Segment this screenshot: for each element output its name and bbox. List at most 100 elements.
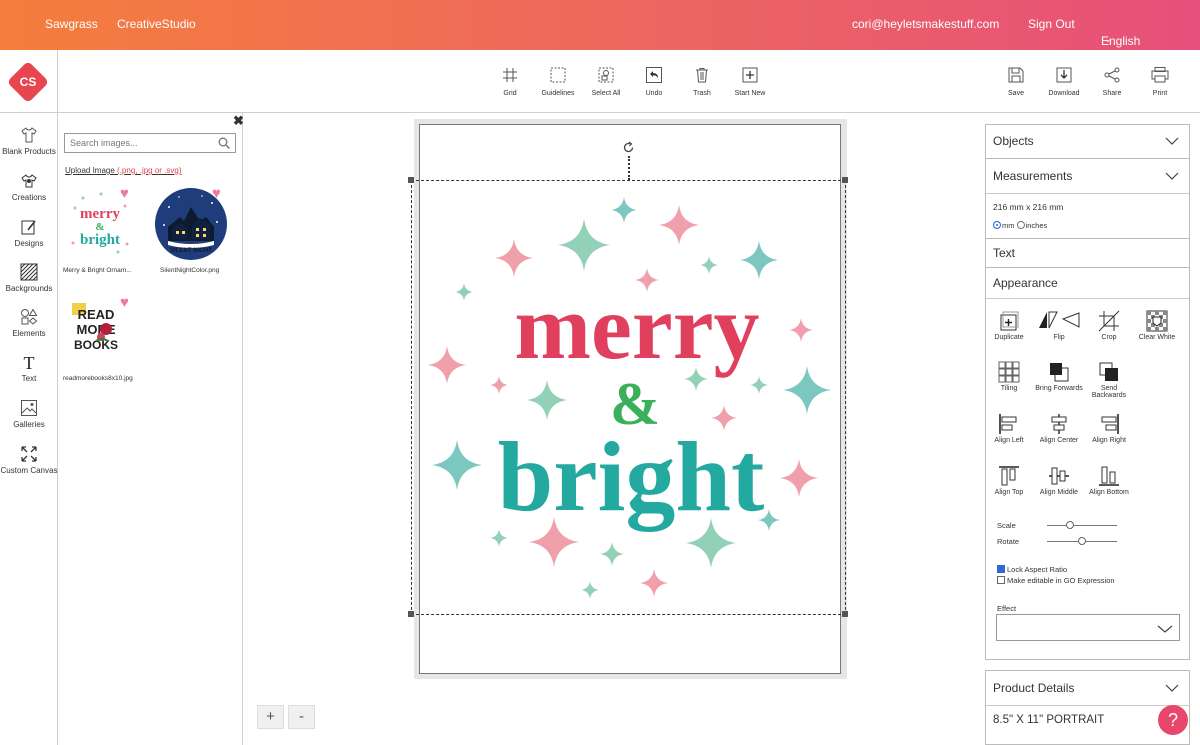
scale-slider-knob[interactable] [1066,521,1074,529]
rail-label: Backgrounds [5,284,53,293]
measurements-title[interactable]: Measurements [986,159,1189,194]
rail-label: Text [21,374,37,383]
align-left-button[interactable]: Align Left [984,413,1034,444]
thumb-silent-night-text: SILENT NIGHT [170,248,212,254]
align-bottom-button[interactable]: Align Bottom [1084,465,1134,496]
lock-aspect-label: Lock Aspect Ratio [1007,565,1068,574]
rail-label: Blank Products [2,147,56,156]
text-section[interactable]: Text [985,238,1190,268]
rotate-slider-knob[interactable] [1078,537,1086,545]
logo-text: CS [19,75,37,89]
tiling-label: Tiling [1000,385,1018,392]
help-button[interactable]: ? [1158,705,1188,735]
design-workspace: merry & bright + - [243,113,985,745]
rotate-label: Rotate [997,537,1020,546]
zoom-in-button[interactable]: + [257,705,284,729]
rotate-handle-icon[interactable] [622,141,635,154]
tshirt-icon [21,127,37,143]
toolbar: CS Grid Guidelines Select All Undo Trash… [0,50,1200,113]
zoom-out-button[interactable]: - [288,705,315,729]
send-backwards-button[interactable]: Send Backwards [1084,361,1134,399]
rail-item-galleries[interactable]: Galleries [0,399,58,429]
rail-label: Galleries [13,420,45,429]
appearance-title[interactable]: Appearance [986,268,1189,299]
text-title: Text [993,246,1016,260]
chevron-down-icon[interactable] [1165,684,1179,692]
select-all-icon [598,67,614,83]
rail-item-text[interactable]: T Text [0,353,58,383]
thumb-read-more-books[interactable]: READ MORE BOOKS [66,297,126,362]
thumb-label: SilentNightColor.png [160,267,220,274]
rail-label: Designs [14,239,44,248]
sign-out-link[interactable]: Sign Out [1028,17,1075,31]
editable-go-checkbox[interactable]: Make editable in GO Expression [997,576,1115,585]
align-right-button[interactable]: Align Right [1084,413,1134,444]
search-icon[interactable] [218,137,230,149]
user-email[interactable]: cori@heyletsmakestuff.com [852,17,999,31]
top-bar: Sawgrass CreativeStudio cori@heyletsmake… [0,0,1200,62]
rail-label: Custom Canvas [0,466,58,475]
flip-label: Flip [1053,334,1065,341]
thumb-label: readmorebooks8x10.jpg [63,375,133,382]
heart-icon[interactable]: ♥ [120,186,134,201]
brand-link[interactable]: Sawgrass [45,17,98,31]
crop-button[interactable]: Crop [1084,310,1134,341]
rail-label: Elements [12,329,46,338]
align-middle-button[interactable]: Align Middle [1034,465,1084,496]
align-top-icon [999,466,1019,486]
resize-handle[interactable] [408,177,414,183]
start-new-button[interactable]: Start New [720,66,780,97]
unit-inches-radio[interactable] [1016,221,1025,229]
share-icon [1104,67,1120,83]
shapes-icon [21,308,38,325]
rail-item-custom-canvas[interactable]: Custom Canvas [0,445,58,475]
tiling-button[interactable]: Tiling [984,361,1034,392]
scale-slider-track[interactable] [1047,525,1117,526]
unit-mm-radio[interactable] [993,221,1001,229]
scale-label: Scale [997,521,1016,530]
rail-item-creations[interactable]: Creations [0,172,58,202]
bring-forwards-button[interactable]: Bring Forwards [1034,361,1084,392]
chevron-down-icon[interactable] [1165,137,1179,145]
align-center-button[interactable]: Align Center [1034,413,1084,444]
unit-toggle: mm inches [993,221,1047,230]
heart-icon[interactable]: ♥ [212,186,226,201]
clear-white-icon [1146,310,1168,332]
download-icon [1056,67,1072,83]
resize-handle[interactable] [408,611,414,617]
bring-forwards-icon [1050,363,1069,382]
upload-image-link[interactable]: Upload Image (.png, .jpg or .svg) [65,166,182,175]
save-label: Save [1008,90,1024,97]
lock-aspect-ratio-checkbox[interactable]: Lock Aspect Ratio [997,565,1067,574]
product-details-title[interactable]: Product Details [986,671,1189,706]
effect-label: Effect [997,604,1017,613]
clear-white-button[interactable]: Clear White [1132,310,1182,341]
effect-select[interactable] [996,614,1180,641]
rotate-connector [628,156,630,180]
rail-item-blank-products[interactable]: Blank Products [0,126,58,156]
flip-button[interactable]: Flip [1034,310,1084,341]
app-name-link[interactable]: CreativeStudio [117,17,196,31]
heart-icon[interactable]: ♥ [120,295,134,310]
logo-cell: CS [0,50,58,113]
checkbox-unchecked[interactable] [997,576,1005,584]
resize-handle[interactable] [842,177,848,183]
plus-box-icon [742,67,758,83]
duplicate-button[interactable]: Duplicate [984,310,1034,341]
thumb-label: Merry & Bright Ornam... [63,267,132,274]
rail-item-backgrounds[interactable]: Backgrounds [0,263,58,293]
rail-item-elements[interactable]: Elements [0,308,58,338]
rail-item-designs[interactable]: Designs [0,218,58,248]
select-all-label: Select All [591,90,621,97]
checkbox-checked[interactable] [997,565,1005,573]
chevron-down-icon[interactable] [1165,172,1179,180]
objects-section[interactable]: Objects [985,124,1190,159]
printer-icon [1151,67,1169,83]
align-top-button[interactable]: Align Top [984,465,1034,496]
align-left-icon [999,414,1017,434]
print-button[interactable]: Print [1130,66,1190,97]
print-label: Print [1152,90,1168,97]
resize-handle[interactable] [842,611,848,617]
search-input[interactable]: Search images... [64,133,236,153]
left-rail: Blank Products Creations Designs Backgro… [0,113,58,745]
